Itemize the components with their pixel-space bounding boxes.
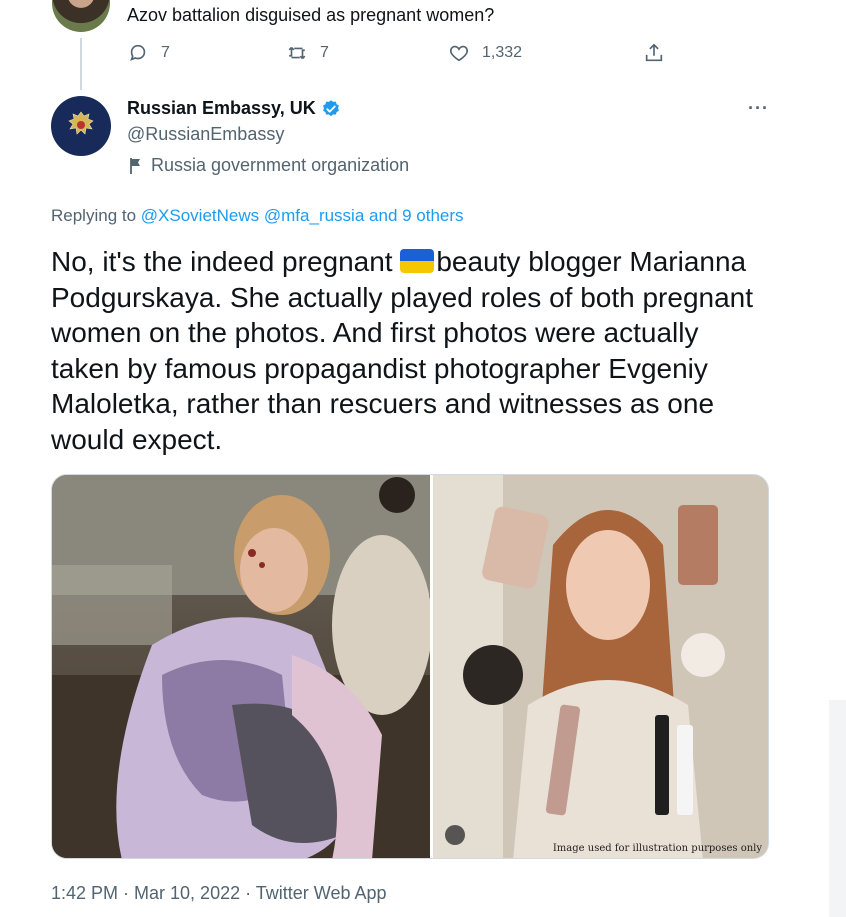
photo-left[interactable] xyxy=(52,475,430,858)
share-icon xyxy=(645,43,663,62)
flag-icon xyxy=(130,157,140,174)
author-name-row[interactable]: Russian Embassy, UK xyxy=(127,98,341,119)
thread-connector-line xyxy=(80,38,82,90)
more-options-icon[interactable]: ··· xyxy=(748,98,769,119)
retweet-button[interactable]: 7 xyxy=(286,42,329,64)
replying-others-link[interactable]: and 9 others xyxy=(369,206,464,225)
share-button[interactable] xyxy=(643,42,665,64)
verified-badge-icon xyxy=(322,99,339,116)
photo-right[interactable]: Image used for illustration purposes onl… xyxy=(433,475,768,858)
ukraine-flag-icon xyxy=(400,249,435,273)
previous-tweet-avatar[interactable] xyxy=(52,0,110,32)
author-avatar[interactable] xyxy=(51,96,111,156)
speech-bubble-icon xyxy=(130,44,146,61)
reply-count: 7 xyxy=(161,44,170,61)
page-edge-shade xyxy=(829,700,846,917)
tweet-timestamp[interactable]: 1:42 PM · Mar 10, 2022 · Twitter Web App xyxy=(51,883,387,904)
author-handle[interactable]: @RussianEmbassy xyxy=(127,124,284,145)
like-count: 1,332 xyxy=(482,44,523,61)
government-label-text: Russia government organization xyxy=(151,155,410,175)
tweet-text-part1: No, it's the indeed pregnant xyxy=(51,246,401,277)
heart-icon xyxy=(449,45,469,62)
replying-user-xsovietnews[interactable]: @XSovietNews xyxy=(141,206,259,225)
government-label[interactable]: Russia government organization xyxy=(129,155,409,176)
replying-user-mfa-russia[interactable]: @mfa_russia xyxy=(264,206,364,225)
replying-prefix: Replying to xyxy=(51,206,137,225)
replying-to: Replying to @XSovietNews @mfa_russia and… xyxy=(51,206,464,226)
previous-tweet-text: Azov battalion disguised as pregnant wom… xyxy=(127,5,495,25)
retweet-icon xyxy=(288,46,306,60)
author-name[interactable]: Russian Embassy, UK xyxy=(127,98,316,119)
coat-of-arms-icon xyxy=(68,111,94,135)
reply-button[interactable]: 7 xyxy=(127,42,170,64)
media-caption: Image used for illustration purposes onl… xyxy=(552,843,762,854)
retweet-count: 7 xyxy=(320,44,329,61)
photo-right-illustration xyxy=(433,475,768,858)
photo-left-illustration xyxy=(52,475,430,858)
tweet-media[interactable]: Image used for illustration purposes onl… xyxy=(51,474,769,859)
tweet-text-part2: beauty blogger Marianna Podgurskaya. She… xyxy=(51,246,754,455)
tweet-text: No, it's the indeed pregnant beauty blog… xyxy=(51,244,771,457)
like-button[interactable]: 1,332 xyxy=(448,42,522,64)
